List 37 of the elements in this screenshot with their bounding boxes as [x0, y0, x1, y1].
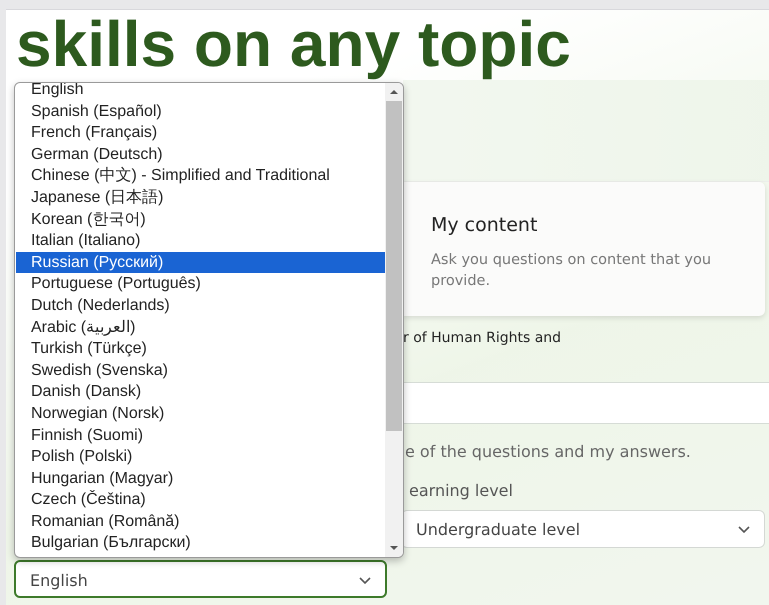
language-option[interactable]: Hungarian (Magyar)	[16, 468, 385, 490]
input-field[interactable]	[403, 382, 769, 424]
language-option[interactable]: Dutch (Nederlands)	[16, 294, 385, 317]
feedback-text: e of the questions and my answers.	[404, 442, 692, 461]
language-option[interactable]: French (Français)	[16, 122, 385, 144]
language-option[interactable]: Finnish (Suomi)	[16, 424, 385, 446]
language-option[interactable]: Norwegian (Norsk)	[16, 402, 385, 424]
language-option[interactable]: Portuguese (Português)	[16, 273, 385, 295]
learning-level-label: earning level	[408, 481, 514, 500]
language-option[interactable]: German (Deutsch)	[16, 144, 385, 166]
card-title: My content	[431, 214, 538, 236]
language-option[interactable]: Danish (Dansk)	[16, 381, 385, 403]
scroll-down-icon[interactable]	[389, 543, 399, 553]
language-select[interactable]: English	[14, 560, 387, 598]
source-card[interactable]: My content Ask you questions on content that you provide.	[403, 182, 765, 316]
language-option[interactable]: Korean (한국어)	[16, 208, 385, 230]
scroll-up-icon[interactable]	[389, 87, 399, 97]
language-option[interactable]: Czech (Čeština)	[16, 489, 385, 511]
scrollbar[interactable]	[385, 83, 403, 557]
language-option[interactable]: Swedish (Svenska)	[16, 360, 385, 382]
chevron-down-icon	[359, 577, 371, 585]
language-option[interactable]: Polish (Polski)	[16, 446, 385, 468]
card-description: Ask you questions on content that you provide.	[431, 251, 712, 291]
language-option[interactable]: Bulgarian (Български)	[16, 532, 385, 554]
level-select[interactable]: Undergraduate level	[401, 510, 765, 548]
page-heading: skills on any topic	[16, 10, 571, 80]
language-option[interactable]: Spanish (Español)	[16, 100, 385, 122]
content-text: r of Human Rights and	[403, 330, 562, 348]
language-option[interactable]: Romanian (Română)	[16, 510, 385, 532]
language-option[interactable]: Chinese (中文) - Simplified and Traditional	[16, 165, 385, 187]
chevron-down-icon	[738, 526, 750, 534]
language-option[interactable]: Italian (Italiano)	[16, 230, 385, 252]
language-option[interactable]: Turkish (Türkçe)	[16, 338, 385, 360]
language-option[interactable]: Japanese (日本語)	[16, 186, 385, 209]
scrollbar-thumb[interactable]	[386, 101, 402, 431]
language-option[interactable]: Russian (Русский)	[16, 252, 385, 274]
language-option[interactable]: Arabic (العربية)	[16, 316, 385, 338]
